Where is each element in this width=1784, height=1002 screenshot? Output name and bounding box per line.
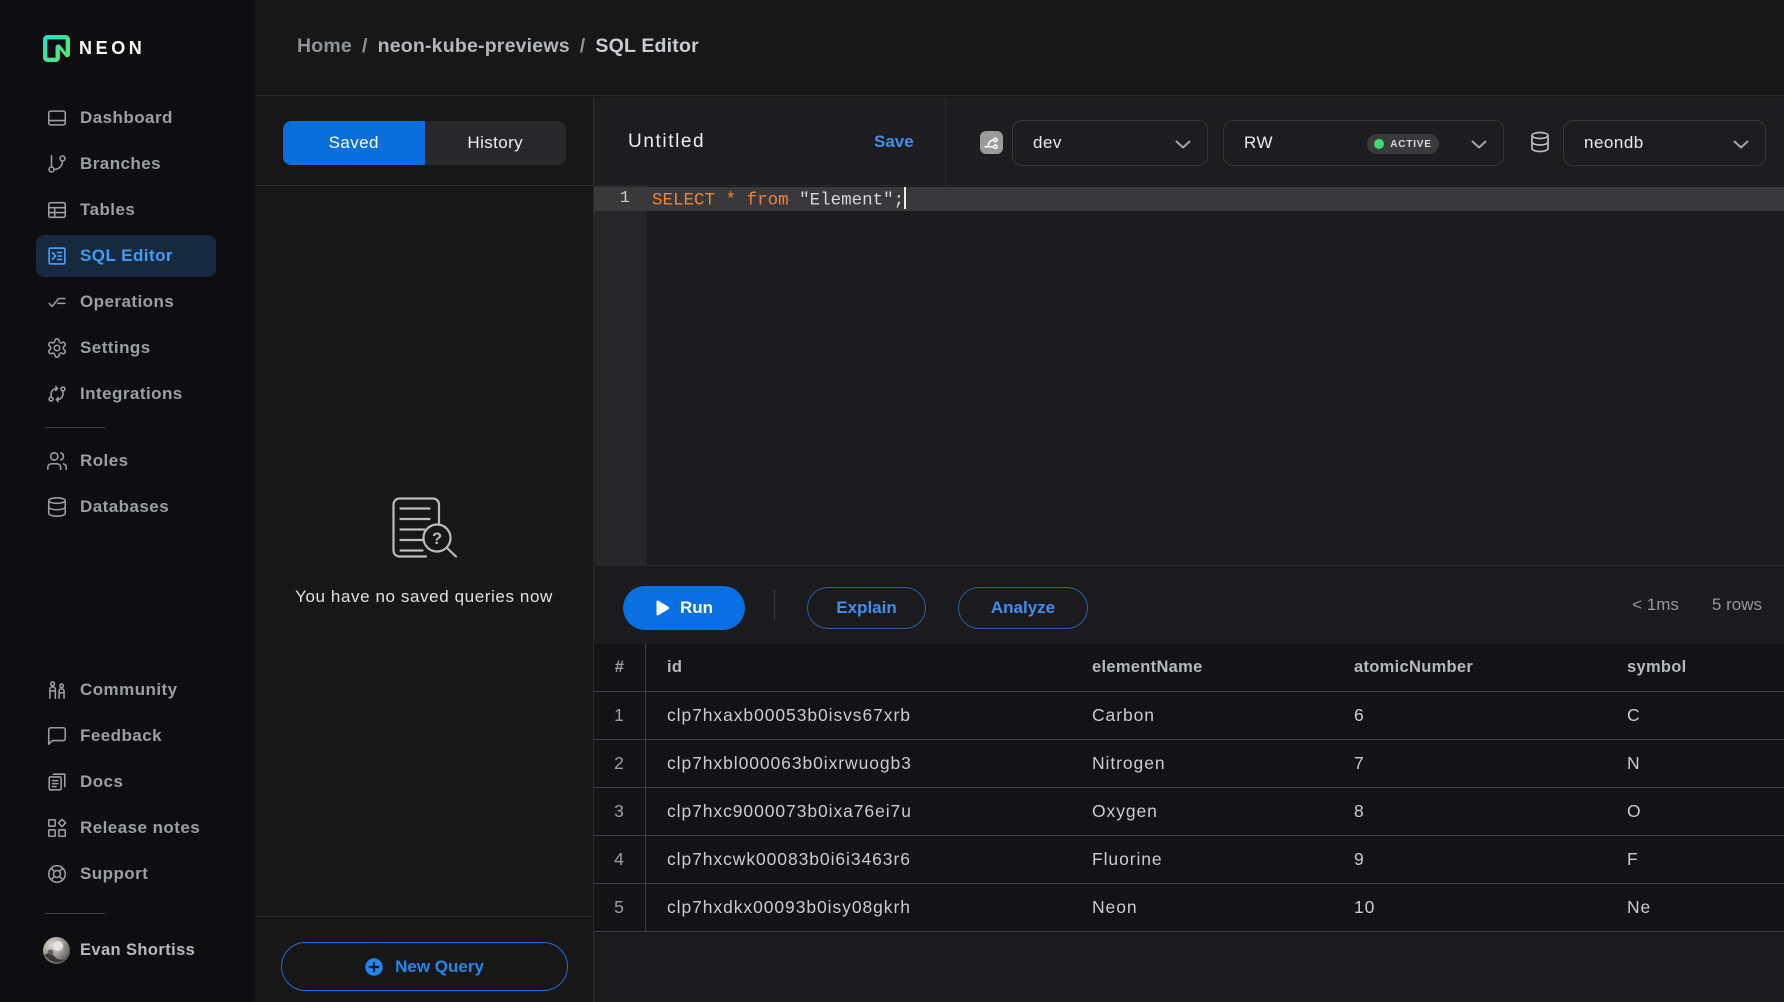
svg-text:?: ? — [432, 530, 442, 548]
